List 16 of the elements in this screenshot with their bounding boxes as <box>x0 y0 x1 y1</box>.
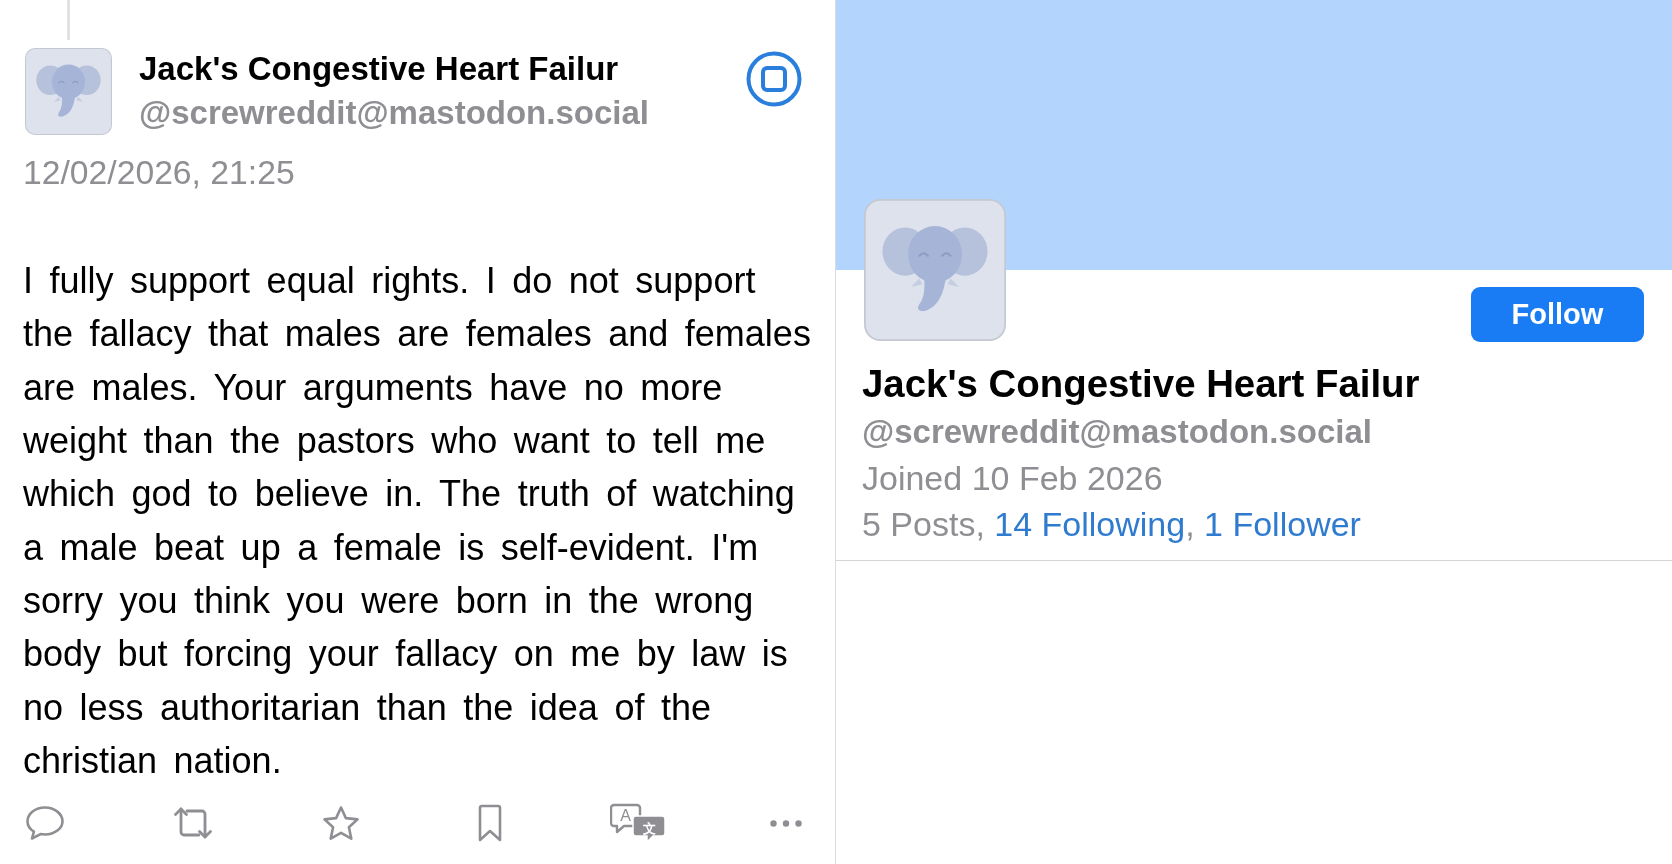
stats-link[interactable]: 1 Follower <box>1204 505 1361 543</box>
post-timestamp: 12/02/2026, 21:25 <box>23 152 295 192</box>
stats-link[interactable]: 14 Following <box>994 505 1186 543</box>
bookmark-icon[interactable] <box>477 804 502 843</box>
profile-name: Jack's Congestive Heart Failur <box>862 361 1420 407</box>
square-in-circle-icon[interactable] <box>746 51 802 107</box>
author-handle: @screwreddit@mastodon.social <box>139 93 649 133</box>
more-icon[interactable] <box>769 819 802 827</box>
speech-bubble-icon[interactable] <box>25 805 65 842</box>
star-icon[interactable] <box>322 805 361 842</box>
profile-handle: @screwreddit@mastodon.social <box>862 412 1372 452</box>
profile-stats: 5 Posts, 14 Following, 1 Follower <box>862 504 1361 545</box>
post-body: I fully support equal rights. I do not support the fallacy that males are females and females are males. Your arguments have no more weight than the pastors who want to tell me which god to believe in. The truth of watching a male beat up a female is self-evident. I'm sorry you think you were born in the wrong body but forcing your fallacy on me by law is no less authoritarian than the idea of the christian nation. <box>23 259 812 783</box>
follow-button[interactable]: Follow <box>1471 287 1644 342</box>
join-date: Joined 10 Feb 2026 <box>862 458 1163 499</box>
author-name: Jack's Congestive Heart Failur <box>139 49 619 89</box>
